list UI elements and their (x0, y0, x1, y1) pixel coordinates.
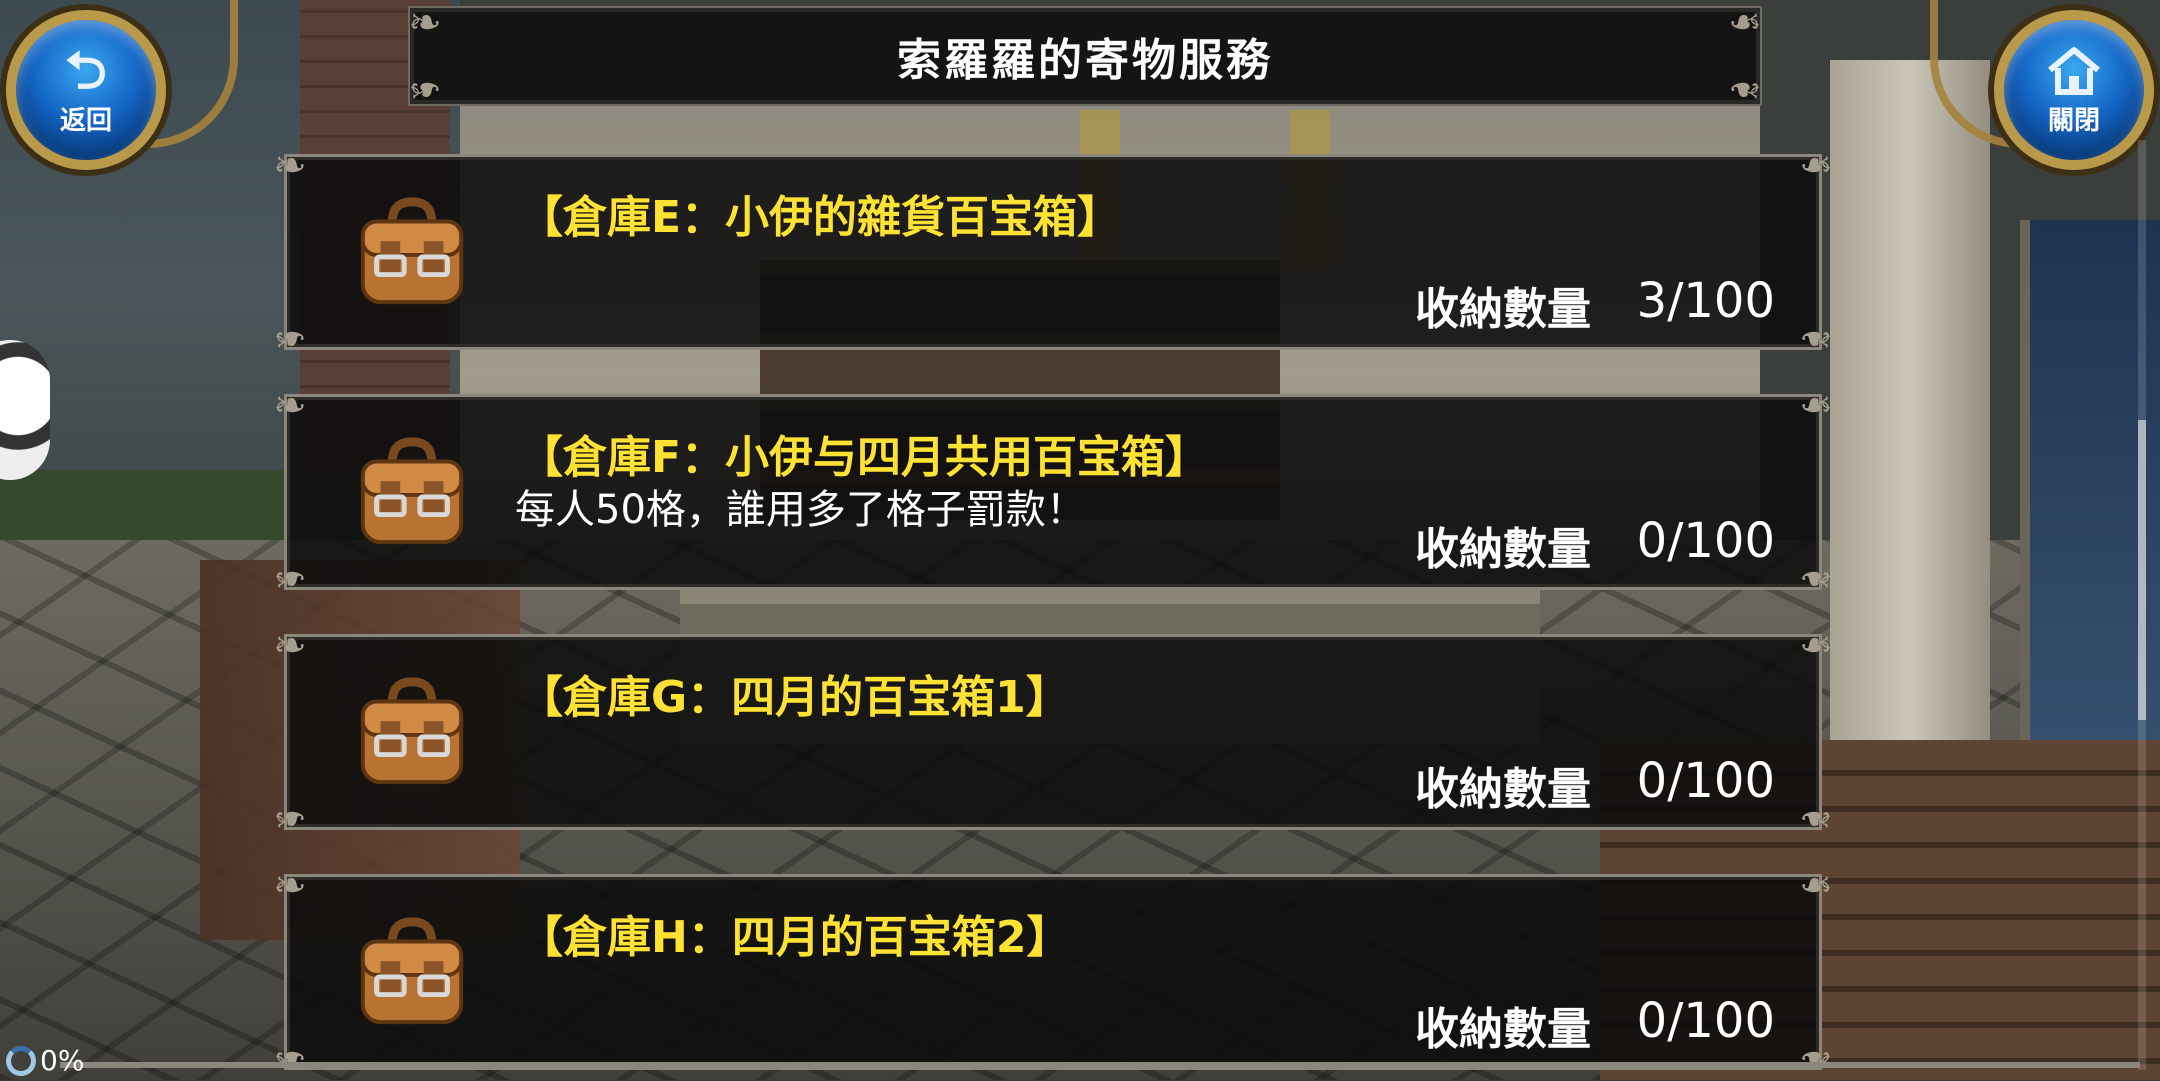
ornament-corner: ❧ (273, 1035, 307, 1081)
ornament-corner: ❧ (1799, 623, 1833, 669)
ornament-corner: ❧ (1728, 66, 1762, 112)
ornament-corner: ❧ (408, 0, 442, 46)
capacity-value: 0/100 (1636, 993, 1775, 1049)
ornament-corner: ❧ (408, 66, 442, 112)
storage-name: 【倉庫G：四月的百宝箱1】 (519, 672, 1070, 723)
capacity-label: 收納數量 (1415, 524, 1591, 575)
leather-bag-icon (360, 197, 464, 305)
ornament-corner: ❧ (1799, 383, 1833, 429)
stone-pillar (1830, 60, 1990, 760)
capacity-label: 收納數量 (1415, 284, 1591, 335)
ornament-corner: ❧ (273, 315, 307, 361)
panda-npc (0, 340, 50, 480)
loading-percent: 0% (40, 1044, 85, 1077)
ornament-corner: ❧ (273, 863, 307, 909)
storage-row-f[interactable]: ❧ ❧ ❧ ❧ 【倉庫F：小伊与四月共用百宝箱】 每人50格，誰用多了格子罰款！… (273, 383, 1833, 601)
scrollbar-thumb[interactable] (2138, 420, 2146, 720)
ornament-corner: ❧ (1728, 0, 1762, 46)
ornament-corner: ❧ (1799, 1035, 1833, 1081)
back-button-label: 返回 (59, 105, 112, 136)
bottom-divider (60, 1062, 2140, 1068)
return-arrow-icon: ⮌ (65, 40, 107, 101)
leather-bag-icon (360, 917, 464, 1025)
storage-name: 【倉庫H：四月的百宝箱2】 (519, 912, 1071, 963)
capacity-value: 0/100 (1636, 753, 1775, 809)
storage-name: 【倉庫F：小伊与四月共用百宝箱】 (519, 432, 1210, 483)
storage-row-g[interactable]: ❧ ❧ ❧ ❧ 【倉庫G：四月的百宝箱1】 收納數量 0/100 (273, 623, 1833, 841)
ornament-corner: ❧ (273, 383, 307, 429)
capacity-value: 3/100 (1636, 273, 1775, 329)
ornament-corner: ❧ (1799, 795, 1833, 841)
storage-name: 【倉庫E：小伊的雜貨百宝箱】 (519, 192, 1122, 243)
ornament-corner: ❧ (273, 555, 307, 601)
storage-description: 每人50格，誰用多了格子罰款！ (515, 487, 1086, 533)
storage-row-e[interactable]: ❧ ❧ ❧ ❧ 【倉庫E：小伊的雜貨百宝箱】 收納數量 3/100 (273, 143, 1833, 361)
ornament-corner: ❧ (273, 623, 307, 669)
back-button[interactable]: ⮌ 返回 (6, 10, 166, 170)
storage-row-h[interactable]: ❧ ❧ ❧ ❧ 【倉庫H：四月的百宝箱2】 收納數量 0/100 (273, 863, 1833, 1081)
ornament-corner: ❧ (1799, 315, 1833, 361)
leather-bag-icon (360, 677, 464, 785)
loading-indicator: 0% (6, 1044, 84, 1077)
dialog-title-bar: ❧ ❧ ❧ ❧ 索羅羅的寄物服務 (408, 0, 1762, 112)
capacity-label: 收納數量 (1415, 1004, 1591, 1055)
capacity-value: 0/100 (1636, 513, 1775, 569)
ornament-corner: ❧ (1799, 863, 1833, 909)
loading-ring-icon (6, 1045, 36, 1076)
ornament-corner: ❧ (1799, 555, 1833, 601)
home-icon (2048, 46, 2100, 95)
ornament-corner: ❧ (273, 795, 307, 841)
leather-bag-icon (360, 437, 464, 545)
close-button-label: 關閉 (2047, 105, 2100, 136)
capacity-label: 收納數量 (1415, 764, 1591, 815)
ornament-corner: ❧ (1799, 143, 1833, 189)
ornament-corner: ❧ (273, 143, 307, 189)
close-button[interactable]: 關閉 (1994, 10, 2154, 170)
dialog-title: 索羅羅的寄物服務 (897, 35, 1273, 86)
